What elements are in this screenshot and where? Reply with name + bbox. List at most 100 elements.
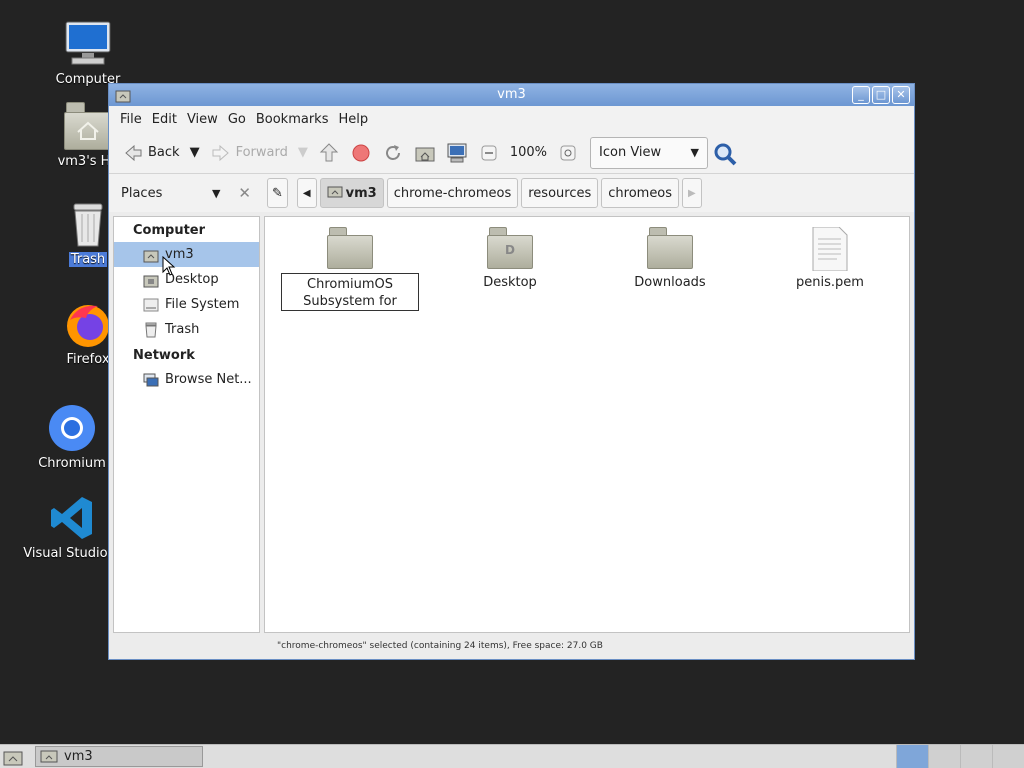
toolbar: Back ▼ Forward ▼ 100% Icon View ▼ [109, 132, 914, 174]
network-icon [143, 372, 159, 388]
sidebar-item-desktop[interactable]: Desktop [114, 267, 259, 292]
taskbar-window-label: vm3 [64, 749, 93, 764]
workspace-switcher [896, 745, 1024, 768]
sidebar-section-network: Network [133, 348, 195, 363]
back-history-dropdown[interactable]: ▼ [185, 138, 205, 168]
sidebar-item-label: File System [165, 297, 240, 312]
back-arrow-icon [122, 142, 144, 164]
desktop-icon-label: Visual Studio C [23, 546, 121, 561]
trash-icon [143, 322, 159, 338]
breadcrumb-resources[interactable]: resources [521, 178, 599, 208]
sidebar-item-label: Browse Net... [165, 372, 252, 387]
show-desktop-icon[interactable] [3, 748, 23, 766]
drive-icon [143, 297, 159, 313]
breadcrumb-chrome-chromeos[interactable]: chrome-chromeos [386, 178, 519, 208]
stop-button[interactable] [345, 138, 377, 168]
home-folder-icon [115, 87, 131, 103]
home-folder-icon [40, 747, 58, 767]
workspace-4[interactable] [992, 745, 1024, 768]
workspace-2[interactable] [928, 745, 960, 768]
zoom-in-button[interactable] [552, 138, 584, 168]
chevron-left-icon: ◀ [302, 187, 311, 199]
desktop-icon-chromium[interactable]: Chromium [22, 404, 122, 471]
zoom-out-button[interactable] [473, 138, 505, 168]
rename-input[interactable]: ChromiumOS Subsystem for [281, 273, 419, 311]
minimize-button[interactable]: _ [852, 86, 870, 104]
chromium-icon [48, 404, 96, 452]
sidebar-item-vm3[interactable]: vm3 [114, 242, 259, 267]
zoom-in-icon [557, 142, 579, 164]
sidebar-section-computer: Computer [133, 223, 206, 238]
folder-icon [327, 227, 373, 269]
file-name: Desktop [483, 275, 537, 290]
zoom-out-icon [478, 142, 500, 164]
desktop-icon-label: Chromium [38, 456, 106, 471]
workspace-3[interactable] [960, 745, 992, 768]
places-label: Places [121, 185, 163, 201]
sidebar-item-browse-network[interactable]: Browse Net... [114, 367, 259, 392]
view-mode-value: Icon View [599, 145, 662, 160]
close-button[interactable]: ✕ [892, 86, 910, 104]
desktop-folder-icon: D [487, 227, 533, 269]
forward-history-dropdown[interactable]: ▼ [293, 138, 313, 168]
title-bar[interactable]: vm3 _ □ ✕ [109, 84, 914, 106]
sidebar-item-trash[interactable]: Trash [114, 317, 259, 342]
file-item[interactable]: penis.pem [760, 217, 900, 290]
desktop-folder-icon [143, 272, 159, 288]
places-sidebar: Computer vm3 Desktop File System Trash N… [113, 216, 260, 633]
maximize-button[interactable]: □ [872, 86, 890, 104]
taskbar-window-button[interactable]: vm3 [35, 746, 203, 767]
firefox-icon [64, 300, 112, 348]
file-item[interactable]: D Desktop [440, 217, 580, 290]
breadcrumb-chromeos[interactable]: chromeos [601, 178, 680, 208]
desktop-icon-vscode[interactable]: Visual Studio C [22, 494, 122, 561]
up-button[interactable] [313, 138, 345, 168]
menu-go[interactable]: Go [223, 112, 251, 127]
computer-button[interactable] [441, 138, 473, 168]
workspace-1[interactable] [896, 745, 928, 768]
menu-help[interactable]: Help [333, 112, 373, 127]
location-bar: Places ▼ ✕ ✎ ◀ vm3 chrome-chromeos resou… [109, 174, 914, 212]
back-button[interactable]: Back [117, 138, 185, 168]
file-view[interactable]: ChromiumOS Subsystem for D Desktop Downl… [264, 216, 910, 633]
desktop-icon-label: Trash [68, 252, 108, 267]
breadcrumb-scroll-left[interactable]: ◀ [296, 178, 317, 208]
text-file-icon [807, 226, 853, 272]
file-manager-window: vm3 _ □ ✕ File Edit View Go Bookmarks He… [108, 83, 915, 660]
view-mode-select[interactable]: Icon View ▼ [590, 136, 709, 169]
folder-icon [647, 227, 693, 269]
menu-view[interactable]: View [182, 112, 223, 127]
menu-bookmarks[interactable]: Bookmarks [251, 112, 334, 127]
stop-icon [350, 142, 372, 164]
sidebar-item-label: Trash [165, 322, 200, 337]
forward-arrow-icon [210, 142, 232, 164]
home-folder-icon [143, 247, 159, 263]
toggle-location-entry-button[interactable]: ✎ [267, 178, 288, 208]
breadcrumb-label: vm3 [345, 185, 377, 201]
home-folder-icon [64, 102, 112, 150]
chevron-down-icon: ▼ [211, 186, 221, 200]
computer-icon [446, 142, 468, 164]
forward-label: Forward [235, 145, 288, 160]
file-item[interactable]: Downloads [600, 217, 740, 290]
breadcrumb-scroll-right[interactable]: ▶ [682, 178, 702, 208]
desktop-icon-computer[interactable]: Computer [38, 20, 138, 87]
chevron-down-icon: ▼ [690, 146, 700, 159]
breadcrumb-vm3[interactable]: vm3 [319, 178, 384, 208]
close-sidebar-icon[interactable]: ✕ [238, 184, 251, 202]
search-button[interactable] [708, 138, 740, 168]
chevron-down-icon: ▼ [189, 145, 200, 160]
home-button[interactable] [409, 138, 441, 168]
menu-file[interactable]: File [115, 112, 147, 127]
reload-button[interactable] [377, 138, 409, 168]
file-item[interactable]: ChromiumOS Subsystem for [280, 217, 420, 311]
sidebar-item-file-system[interactable]: File System [114, 292, 259, 317]
status-bar: "chrome-chromeos" selected (containing 2… [277, 641, 603, 651]
computer-icon [64, 20, 112, 68]
home-folder-icon [414, 142, 436, 164]
menu-edit[interactable]: Edit [147, 112, 182, 127]
places-header[interactable]: Places ▼ ✕ [109, 178, 257, 208]
zoom-level[interactable]: 100% [505, 138, 552, 168]
forward-button[interactable]: Forward [205, 138, 293, 168]
file-name: Downloads [634, 275, 706, 290]
